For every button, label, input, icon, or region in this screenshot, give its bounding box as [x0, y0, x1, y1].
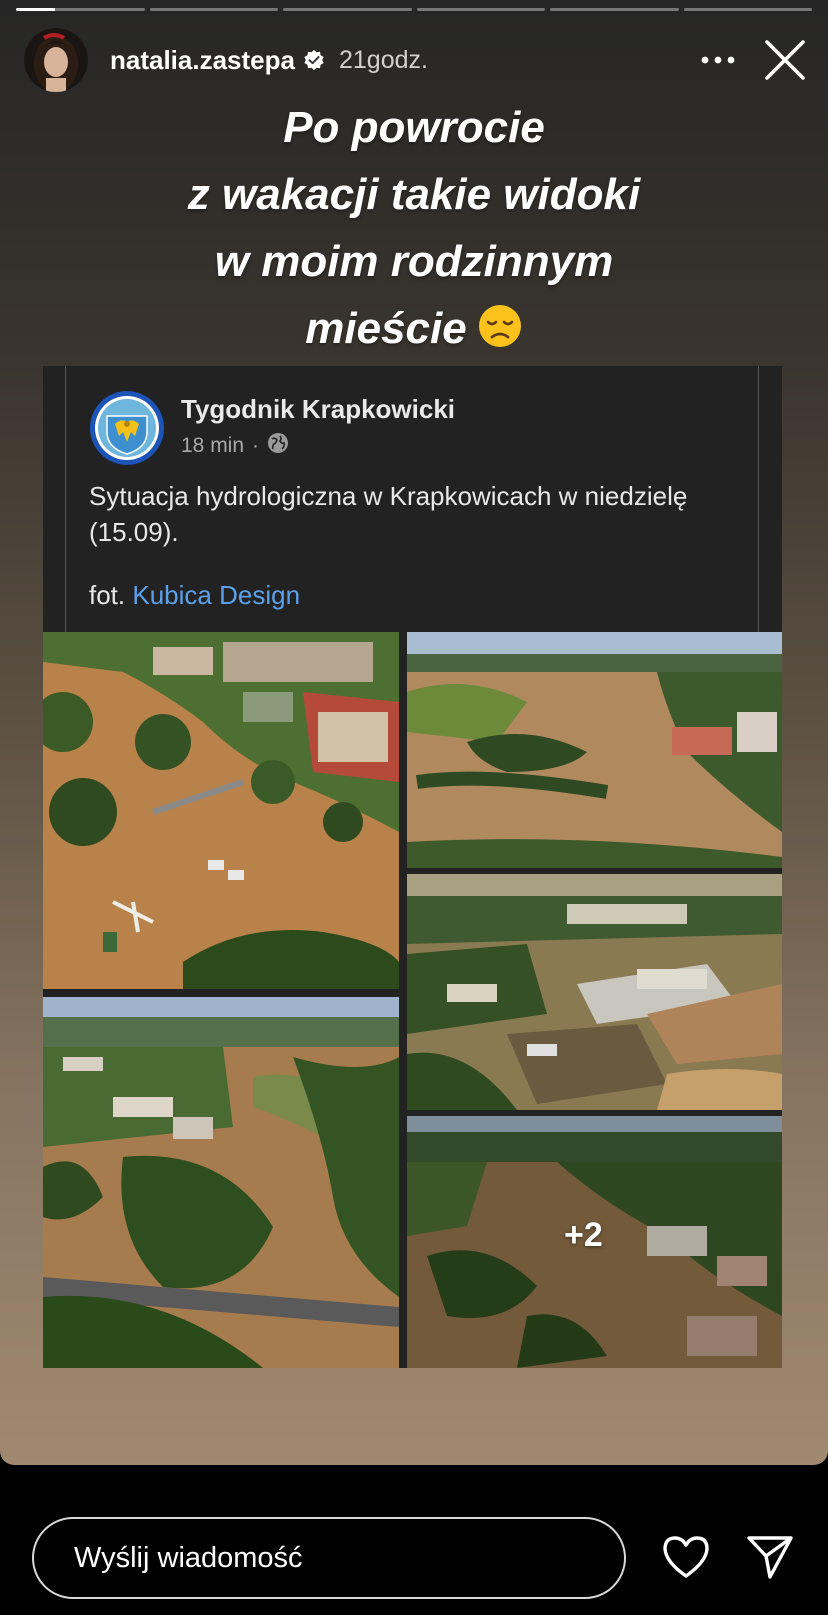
story-header: natalia.zastepa 21godz. — [24, 28, 810, 92]
more-options-icon[interactable] — [696, 38, 740, 82]
progress-segment — [283, 8, 412, 11]
shared-post[interactable]: Tygodnik Krapkowicki 18 min · Sytuacja h… — [43, 366, 782, 1368]
send-icon[interactable] — [746, 1534, 794, 1580]
caption-line: w moim rodzinnym — [214, 237, 614, 286]
globe-icon — [267, 432, 289, 460]
heart-icon[interactable] — [662, 1535, 710, 1579]
reply-bar: Wyślij wiadomość — [32, 1517, 828, 1605]
flood-photo-5[interactable]: +2 — [407, 1116, 782, 1368]
message-input[interactable]: Wyślij wiadomość — [32, 1517, 626, 1599]
story-time: 21godz. — [338, 45, 428, 74]
caption-line-text: mieście — [305, 304, 467, 353]
story-card[interactable]: natalia.zastepa 21godz. Po powrocie z wa… — [0, 0, 828, 1465]
post-text: Sytuacja hydrologiczna w Krapkowicach w … — [89, 481, 688, 547]
story-caption: Po powrocie z wakacji takie widoki w moi… — [60, 94, 768, 362]
close-icon[interactable] — [760, 35, 810, 85]
credit-link[interactable]: Kubica Design — [132, 580, 300, 610]
progress-segment — [416, 8, 545, 11]
post-meta: 18 min · — [181, 432, 289, 460]
page-logo-icon[interactable] — [89, 390, 165, 466]
post-time: 18 min — [181, 434, 245, 457]
flood-photo-1[interactable] — [43, 632, 399, 989]
avatar[interactable] — [24, 28, 88, 92]
progress-segment — [16, 8, 145, 11]
caption-line: Po powrocie — [283, 103, 545, 152]
credit-prefix: fot. — [89, 580, 126, 610]
progress-segment — [550, 8, 679, 11]
story-progress-bar — [16, 8, 812, 11]
page-name[interactable]: Tygodnik Krapkowicki — [181, 394, 455, 425]
meta-separator: · — [252, 434, 260, 457]
username[interactable]: natalia.zastepa — [110, 45, 295, 76]
post-credit: fot. Kubica Design — [89, 580, 300, 611]
caption-line: z wakacji takie widoki — [187, 170, 641, 219]
caption-line-last: mieście — [60, 295, 768, 362]
more-photos-count: +2 — [564, 1216, 603, 1254]
flood-photo-3[interactable] — [407, 874, 782, 1110]
progress-segment — [149, 8, 278, 11]
disappointed-face-icon — [477, 301, 523, 347]
verified-badge-icon — [303, 49, 325, 71]
flood-photo-2[interactable] — [407, 632, 782, 868]
flood-photo-4[interactable] — [43, 997, 399, 1368]
progress-segment — [683, 8, 812, 11]
